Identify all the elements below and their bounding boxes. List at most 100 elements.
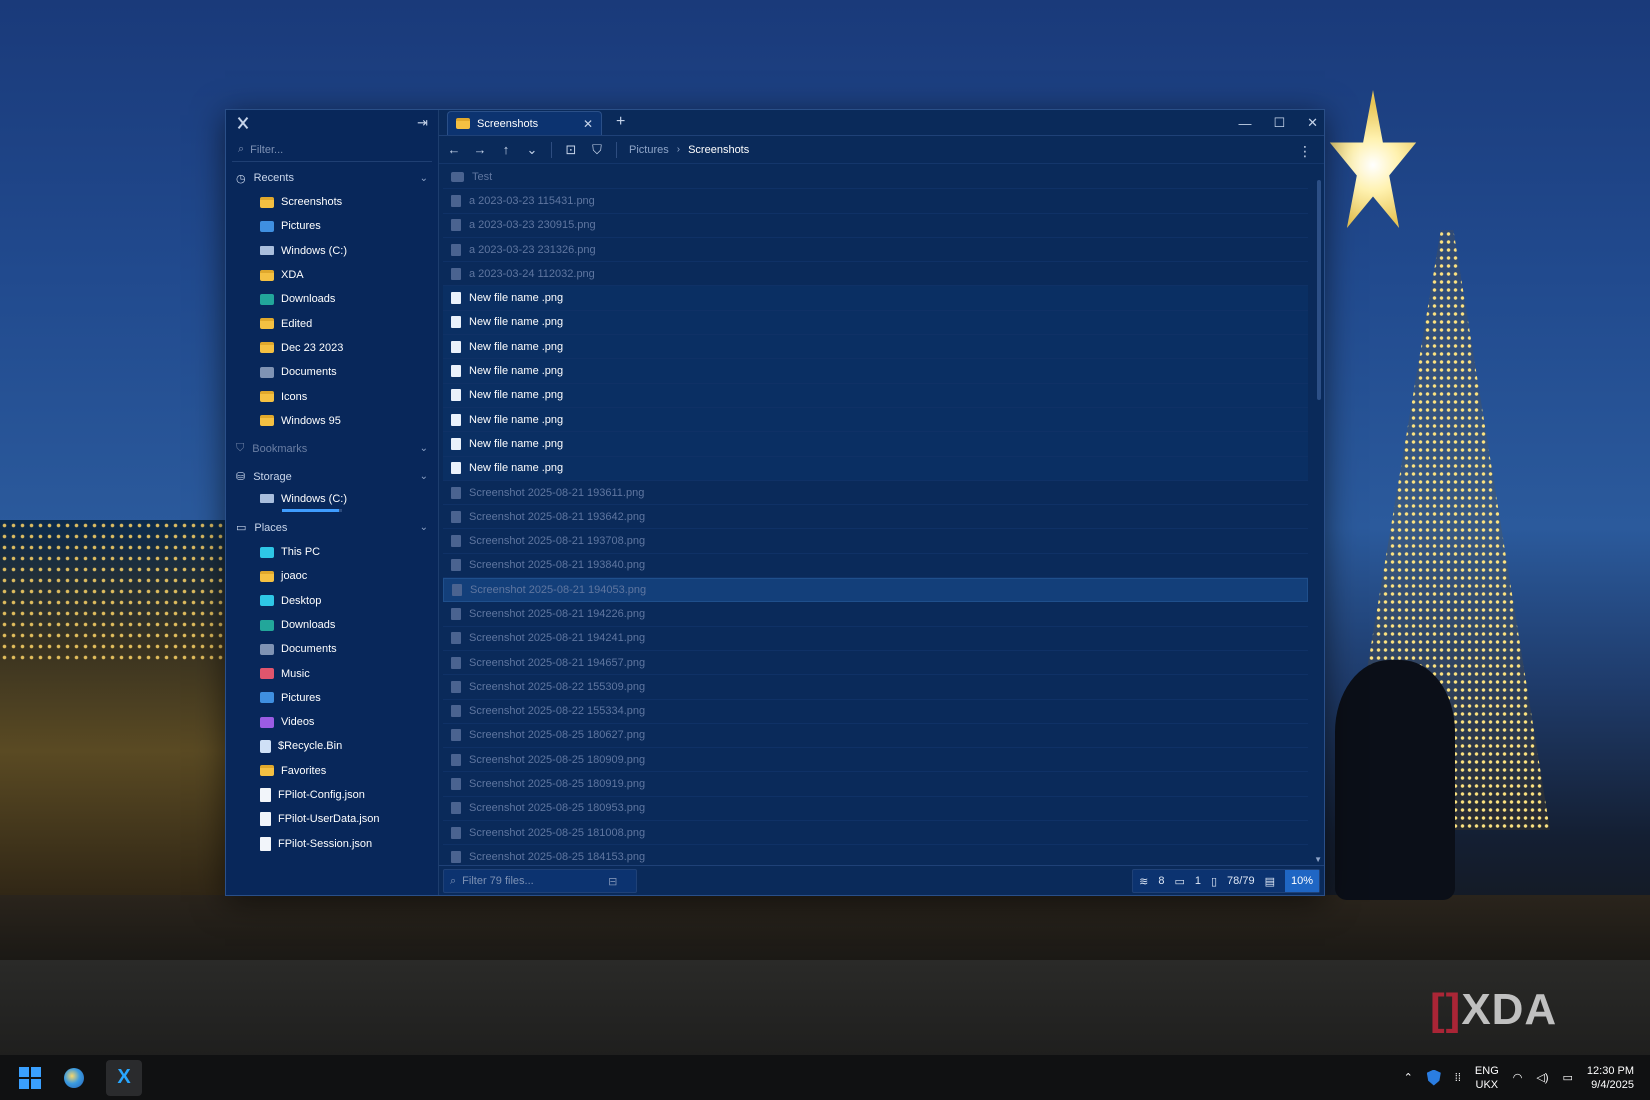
file-row[interactable]: Screenshot 2025-08-25 180627.png bbox=[443, 724, 1308, 749]
file-row[interactable]: New file name .png bbox=[443, 310, 1308, 336]
sidebar-filter-input[interactable] bbox=[250, 143, 401, 156]
file-row[interactable]: New file name .png bbox=[443, 286, 1308, 311]
downloads-icon bbox=[260, 619, 274, 631]
file-row[interactable]: New file name .png bbox=[443, 432, 1308, 457]
apps-grid-icon[interactable]: ⁞⁞ bbox=[1455, 1072, 1461, 1084]
place-item[interactable]: This PC bbox=[226, 540, 438, 564]
file-row[interactable]: Screenshot 2025-08-25 180919.png bbox=[443, 772, 1308, 797]
file-row[interactable]: Screenshot 2025-08-21 194053.png bbox=[443, 578, 1308, 603]
clock[interactable]: 12:30 PM 9/4/2025 bbox=[1587, 1064, 1634, 1092]
place-item[interactable]: Documents bbox=[226, 637, 438, 661]
more-options-icon[interactable]: ⋮ bbox=[1298, 143, 1312, 160]
section-storage[interactable]: ⛁ Storage ⌄ bbox=[226, 465, 438, 489]
place-item[interactable]: Desktop bbox=[226, 589, 438, 613]
recent-item[interactable]: Edited bbox=[226, 311, 438, 335]
recent-item[interactable]: Dec 23 2023 bbox=[226, 336, 438, 360]
file-row[interactable]: New file name .png bbox=[443, 456, 1308, 481]
minimize-icon[interactable]: — bbox=[1238, 116, 1251, 131]
file-row[interactable]: Screenshot 2025-08-25 180953.png bbox=[443, 797, 1308, 822]
maximize-icon[interactable]: ☐ bbox=[1273, 115, 1285, 131]
paint-icon bbox=[64, 1067, 84, 1088]
defender-icon[interactable] bbox=[1426, 1069, 1441, 1086]
file-row[interactable]: Screenshot 2025-08-21 194657.png bbox=[443, 651, 1308, 676]
battery-icon[interactable]: ▭ bbox=[1563, 1071, 1573, 1084]
chevron-down-icon[interactable]: ⌄ bbox=[420, 443, 428, 454]
chevron-up-icon[interactable]: ⌃ bbox=[1404, 1071, 1413, 1084]
file-row[interactable]: Screenshot 2025-08-21 193708.png bbox=[443, 529, 1308, 554]
breadcrumb-screenshots[interactable]: Screenshots bbox=[688, 144, 749, 156]
place-item[interactable]: joaoc bbox=[226, 564, 438, 588]
recent-item[interactable]: XDA bbox=[226, 263, 438, 287]
chevron-down-icon[interactable]: ⌄ bbox=[420, 471, 428, 482]
breadcrumb-pictures[interactable]: Pictures bbox=[629, 144, 669, 156]
file-row[interactable]: Screenshot 2025-08-21 194226.png bbox=[443, 602, 1308, 627]
recent-item[interactable]: Downloads bbox=[226, 287, 438, 311]
file-filter-input[interactable] bbox=[462, 875, 603, 887]
up-icon[interactable]: ↑ bbox=[499, 142, 513, 157]
file-row[interactable]: Screenshot 2025-08-21 193840.png bbox=[443, 554, 1308, 579]
file-row[interactable]: New file name .png bbox=[443, 359, 1308, 384]
lock-icon[interactable]: ⊡ bbox=[564, 142, 578, 158]
place-item[interactable]: Favorites bbox=[226, 759, 438, 783]
chevron-down-icon[interactable]: ⌄ bbox=[420, 522, 428, 533]
file-row[interactable]: a 2023-03-23 230915.png bbox=[443, 214, 1308, 238]
section-bookmarks[interactable]: ⛉ Bookmarks ⌄ bbox=[226, 437, 438, 461]
place-item[interactable]: $Recycle.Bin bbox=[226, 734, 438, 758]
file-row[interactable]: Screenshot 2025-08-22 155334.png bbox=[443, 700, 1308, 724]
file-row[interactable]: Screenshot 2025-08-25 184153.png bbox=[443, 845, 1308, 865]
file-row[interactable]: a 2023-03-23 115431.png bbox=[443, 189, 1308, 214]
tab-screenshots[interactable]: Screenshots ✕ bbox=[447, 111, 602, 135]
forward-icon[interactable]: → bbox=[473, 142, 487, 157]
recent-item[interactable]: Screenshots bbox=[226, 190, 438, 214]
place-item[interactable]: FPilot-Config.json bbox=[226, 783, 438, 807]
zoom-level[interactable]: 10% bbox=[1284, 870, 1319, 892]
language-indicator[interactable]: ENG UKX bbox=[1475, 1064, 1499, 1092]
section-recents[interactable]: ◷ Recents ⌄ bbox=[226, 166, 438, 190]
file-row[interactable]: Screenshot 2025-08-22 155309.png bbox=[443, 675, 1308, 700]
chevron-down-icon[interactable]: ⌄ bbox=[420, 173, 428, 184]
image-file-icon bbox=[451, 680, 461, 693]
file-row[interactable]: Screenshot 2025-08-21 194241.png bbox=[443, 627, 1308, 651]
place-item[interactable]: Downloads bbox=[226, 613, 438, 637]
new-tab-icon[interactable]: + bbox=[616, 113, 625, 131]
section-places[interactable]: ▭ Places ⌄ bbox=[226, 516, 438, 540]
recent-item[interactable]: Pictures bbox=[226, 214, 438, 238]
bookmark-icon[interactable]: ⛉ bbox=[590, 142, 604, 158]
file-row[interactable]: Screenshot 2025-08-25 180909.png bbox=[443, 748, 1308, 773]
place-item[interactable]: Pictures bbox=[226, 686, 438, 710]
place-item[interactable]: Music bbox=[226, 661, 438, 685]
place-item[interactable]: FPilot-Session.json bbox=[226, 832, 438, 856]
folder-row[interactable]: Test bbox=[443, 165, 1308, 190]
file-row[interactable]: New file name .png bbox=[443, 335, 1308, 360]
recent-item[interactable]: Documents bbox=[226, 360, 438, 384]
file-row[interactable]: a 2023-03-23 231326.png bbox=[443, 238, 1308, 263]
file-row[interactable]: a 2023-03-24 112032.png bbox=[443, 262, 1308, 287]
place-item[interactable]: FPilot-UserData.json bbox=[226, 807, 438, 831]
back-icon[interactable]: ← bbox=[447, 142, 461, 157]
volume-icon[interactable]: ◁) bbox=[1536, 1071, 1548, 1084]
scrollbar-thumb[interactable] bbox=[1317, 180, 1321, 400]
file-row[interactable]: Screenshot 2025-08-21 193642.png bbox=[443, 505, 1308, 530]
place-item[interactable]: Videos bbox=[226, 710, 438, 734]
scroll-down-icon[interactable]: ▼ bbox=[1314, 855, 1322, 864]
close-tab-icon[interactable]: ✕ bbox=[583, 117, 593, 131]
collapse-sidebar-icon[interactable]: ⇥ bbox=[417, 115, 428, 131]
file-row[interactable]: Screenshot 2025-08-21 193611.png bbox=[443, 481, 1308, 506]
paint-app-button[interactable] bbox=[62, 1066, 86, 1090]
close-window-icon[interactable]: ✕ bbox=[1307, 115, 1318, 131]
wifi-icon[interactable]: ◠ bbox=[1513, 1071, 1523, 1084]
app-logo-icon[interactable] bbox=[236, 116, 250, 130]
file-row[interactable]: New file name .png bbox=[443, 407, 1308, 433]
file-name: New file name .png bbox=[469, 389, 564, 402]
recent-item[interactable]: Windows (C:) bbox=[226, 239, 438, 263]
recent-item[interactable]: Windows 95 bbox=[226, 409, 438, 433]
history-chevron-icon[interactable]: ⌄ bbox=[525, 142, 539, 158]
file-pilot-taskbar-button[interactable]: X bbox=[106, 1059, 142, 1096]
recent-item[interactable]: Icons bbox=[226, 384, 438, 408]
filter-options-icon[interactable]: ⊟ bbox=[608, 875, 617, 888]
start-button[interactable] bbox=[18, 1066, 42, 1090]
file-row[interactable]: Screenshot 2025-08-25 181008.png bbox=[443, 821, 1308, 846]
preview-icon[interactable]: ▤ bbox=[1265, 875, 1275, 888]
file-row[interactable]: New file name .png bbox=[443, 383, 1308, 408]
storage-item-windows-c[interactable]: Windows (C:) bbox=[226, 489, 438, 509]
